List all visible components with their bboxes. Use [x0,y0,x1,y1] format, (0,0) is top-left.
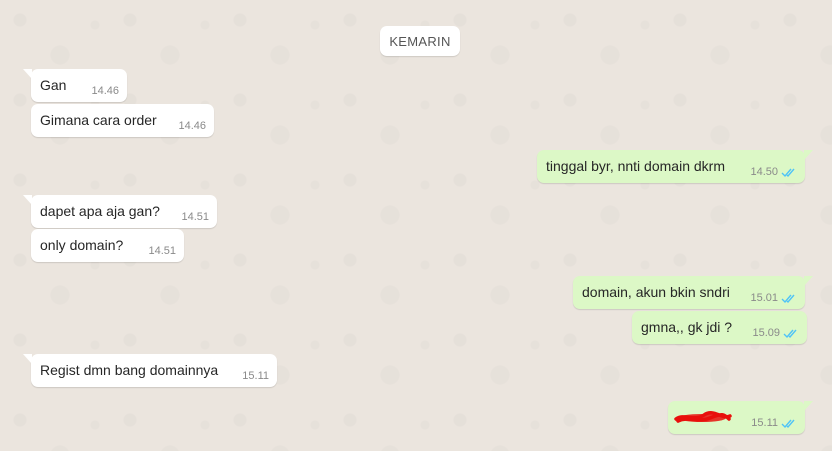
double-check-icon [781,168,795,177]
message-time: 14.51 [181,211,209,223]
message-time: 15.11 [242,370,269,382]
message-text: Gimana cara order [40,112,157,128]
double-check-icon [783,329,797,338]
message-text: only domain? [40,237,124,253]
message-incoming[interactable]: Gimana cara order 14.46 [31,104,214,137]
double-check-icon [781,294,795,303]
message-text: domain, akun bkin sndri [582,284,730,300]
message-time: 15.01 [750,292,778,304]
message-text: dapet apa aja gan? [40,203,160,219]
message-time: 15.09 [752,327,780,339]
message-incoming[interactable]: Regist dmn bang domainnya 15.11 [23,354,277,387]
message-incoming[interactable]: dapet apa aja gan? 14.51 [23,195,217,228]
message-text: gmna,, gk jdi ? [641,319,733,335]
redaction-scribble [674,411,732,423]
message-time: 14.50 [750,166,778,178]
message-time: 14.51 [148,245,176,257]
message-outgoing-redacted[interactable]: 15.11 [668,401,813,434]
message-outgoing[interactable]: tinggal byr, nnti domain dkrm 14.50 [537,150,813,183]
message-time: 15.11 [751,417,778,429]
message-incoming[interactable]: only domain? 14.51 [31,229,184,262]
double-check-icon [781,419,795,428]
message-time: 14.46 [178,120,206,132]
message-outgoing[interactable]: domain, akun bkin sndri 15.01 [573,276,813,309]
message-text: Gan [40,77,67,93]
message-outgoing[interactable]: gmna,, gk jdi ? 15.09 [632,311,807,344]
message-text: Regist dmn bang domainnya [40,362,219,378]
message-time: 14.46 [91,85,119,97]
message-incoming[interactable]: Gan 14.46 [23,69,127,102]
message-text: tinggal byr, nnti domain dkrm [546,158,725,174]
date-divider: KEMARIN [380,26,460,56]
